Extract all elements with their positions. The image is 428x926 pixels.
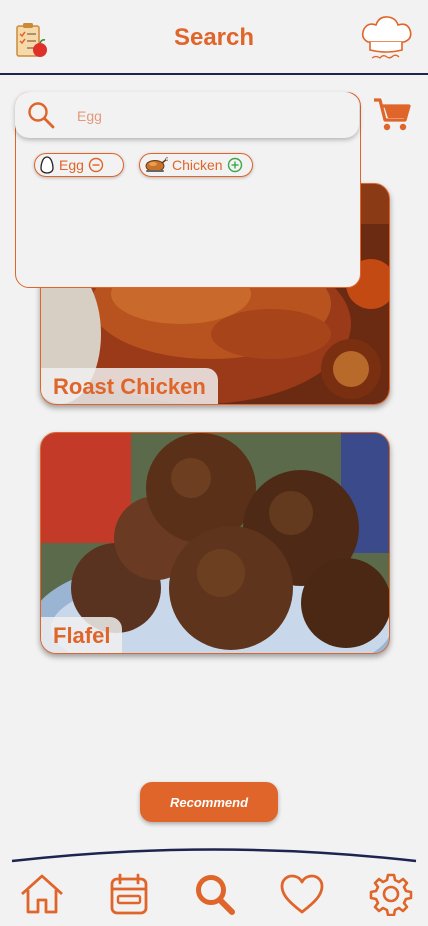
home-icon	[21, 874, 63, 914]
roast-chicken-icon	[145, 157, 168, 172]
recipe-card-flafel[interactable]: Flafel	[40, 432, 390, 654]
nav-settings[interactable]	[368, 872, 414, 916]
heart-icon	[280, 874, 324, 914]
nav-search[interactable]	[192, 872, 238, 916]
egg-icon	[40, 156, 54, 174]
plus-circle-icon[interactable]	[227, 157, 243, 173]
search-icon[interactable]	[27, 101, 55, 129]
search-bar	[15, 92, 359, 138]
nav-favorites[interactable]	[279, 872, 325, 916]
header: Search	[0, 0, 428, 76]
recipe-title: Flafel	[41, 617, 123, 653]
gear-icon	[369, 873, 413, 916]
chip-label: Egg	[59, 157, 84, 173]
header-divider	[0, 73, 428, 75]
minus-circle-icon[interactable]	[88, 157, 104, 173]
nav-home[interactable]	[19, 872, 65, 916]
ingredient-chip-chicken[interactable]: Chicken	[139, 153, 253, 177]
nav-calendar[interactable]	[106, 872, 152, 916]
nav-divider-curve	[11, 848, 417, 863]
search-input[interactable]	[75, 101, 339, 131]
search-icon	[196, 875, 235, 915]
bottom-navigation	[0, 846, 428, 926]
chip-label: Chicken	[172, 157, 223, 173]
ingredient-chip-egg[interactable]: Egg	[34, 153, 124, 177]
calendar-icon	[110, 873, 148, 915]
recommend-button[interactable]: Recommend	[140, 782, 278, 822]
shopping-cart-icon[interactable]	[372, 96, 412, 134]
chef-hat-logo	[358, 12, 414, 64]
recipe-title: Roast Chicken	[41, 368, 218, 404]
